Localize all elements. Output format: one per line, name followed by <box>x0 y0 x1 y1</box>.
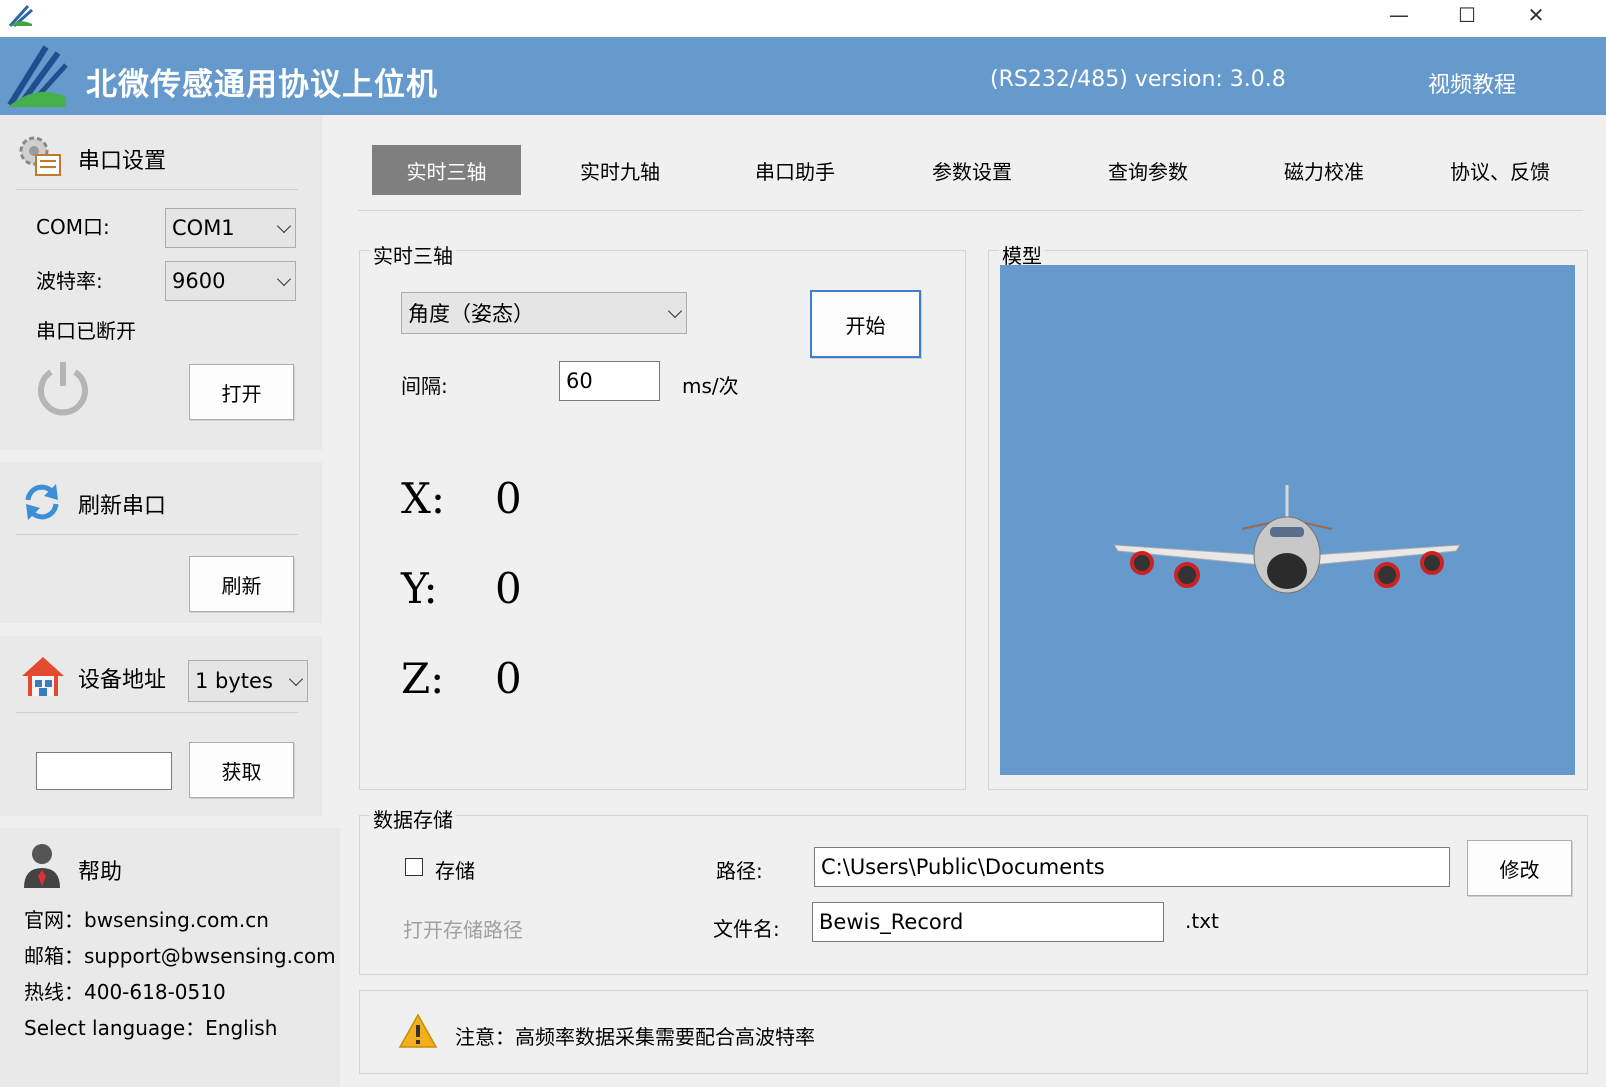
data-storage-group <box>359 815 1588 975</box>
refresh-port-title: 刷新串口 <box>78 494 167 519</box>
serial-status-text: 串口已断开 <box>36 319 136 343</box>
email-text[interactable]: 邮箱：support@bwsensing.com <box>24 940 336 969</box>
store-label: 存储 <box>435 859 475 883</box>
tab-divider <box>358 210 1583 211</box>
window-titlebar: — ☐ ✕ <box>0 0 1606 37</box>
path-input[interactable]: C:\Users\Public\Documents <box>814 847 1450 887</box>
com-port-select[interactable]: COM1 <box>165 208 296 248</box>
data-mode-select[interactable]: 角度（姿态） <box>401 292 687 334</box>
z-axis-label: Z: <box>401 654 445 703</box>
hotline-text: 热线：400-618-0510 <box>24 980 226 1004</box>
app-logo-small-icon <box>8 4 33 28</box>
data-mode-value: 角度（姿态） <box>408 302 534 326</box>
divider <box>16 189 298 190</box>
settings-gear-icon <box>19 136 61 176</box>
divider <box>16 712 298 713</box>
refresh-button[interactable]: 刷新 <box>189 556 294 612</box>
airplane-model-icon <box>1113 485 1461 594</box>
filename-label: 文件名: <box>713 917 780 941</box>
start-button[interactable]: 开始 <box>810 290 921 358</box>
power-icon <box>38 362 88 416</box>
baud-rate-label: 波特率: <box>36 269 103 293</box>
chevron-down-icon <box>276 271 292 287</box>
notice-text: 注意：高频率数据采集需要配合高波特率 <box>455 1025 815 1049</box>
minimize-button[interactable]: — <box>1376 0 1422 30</box>
filename-input[interactable]: Bewis_Record <box>812 902 1164 942</box>
help-panel: 帮助 官网：bwsensing.com.cn 邮箱：support@bwsens… <box>0 828 340 1087</box>
serial-settings-panel: 串口设置 COM口: COM1 波特率: 9600 串口已断开 打开 <box>0 115 322 450</box>
serial-settings-title: 串口设置 <box>78 149 167 174</box>
company-logo-icon <box>7 45 68 107</box>
x-axis-label: X: <box>401 474 446 523</box>
tab-realtime-3axis[interactable]: 实时三轴 <box>372 145 521 195</box>
tab-realtime-9axis[interactable]: 实时九轴 <box>545 145 695 195</box>
user-help-icon <box>24 844 60 888</box>
file-extension-label: .txt <box>1185 909 1219 933</box>
open-port-button[interactable]: 打开 <box>189 364 294 420</box>
y-axis-label: Y: <box>401 564 438 613</box>
refresh-port-panel: 刷新串口 刷新 <box>0 462 322 623</box>
baud-rate-value: 9600 <box>172 269 226 293</box>
get-address-button[interactable]: 获取 <box>189 742 294 798</box>
home-icon <box>22 657 64 696</box>
baud-rate-select[interactable]: 9600 <box>165 261 296 301</box>
tab-serial-assistant[interactable]: 串口助手 <box>720 145 870 195</box>
store-checkbox[interactable] <box>405 858 423 876</box>
refresh-icon <box>25 484 59 520</box>
language-row: Select language：English <box>24 1012 277 1041</box>
version-label: (RS232/485) version: 3.0.8 <box>990 67 1286 92</box>
tab-magnetic-calibration[interactable]: 磁力校准 <box>1249 145 1399 195</box>
tab-query-parameters[interactable]: 查询参数 <box>1073 145 1223 195</box>
address-bytes-value: 1 bytes <box>195 669 273 693</box>
z-axis-value: 0 <box>495 654 522 703</box>
device-address-panel: 设备地址 1 bytes 获取 <box>0 636 322 816</box>
data-storage-title: 数据存储 <box>370 804 456 833</box>
x-axis-value: 0 <box>495 474 522 523</box>
path-label: 路径: <box>716 859 763 883</box>
com-port-label: COM口: <box>36 215 110 239</box>
chevron-down-icon <box>276 218 292 234</box>
interval-unit-label: ms/次 <box>682 374 739 398</box>
address-bytes-select[interactable]: 1 bytes <box>188 660 308 702</box>
video-tutorial-link[interactable]: 视频教程 <box>1428 67 1516 99</box>
help-title: 帮助 <box>78 860 123 885</box>
warning-icon <box>398 1013 438 1048</box>
chevron-down-icon <box>288 671 304 687</box>
close-button[interactable]: ✕ <box>1513 0 1559 30</box>
model-viewport[interactable] <box>1000 265 1575 775</box>
tab-protocol-feedback[interactable]: 协议、反馈 <box>1420 145 1580 195</box>
website-text[interactable]: 官网：bwsensing.com.cn <box>24 904 269 933</box>
interval-label: 间隔: <box>401 374 448 398</box>
maximize-button[interactable]: ☐ <box>1444 0 1490 30</box>
app-title: 北微传感通用协议上位机 <box>86 67 438 103</box>
language-label: Select language： <box>24 1016 206 1040</box>
modify-path-button[interactable]: 修改 <box>1467 840 1572 896</box>
device-address-input[interactable] <box>36 752 172 790</box>
chevron-down-icon <box>667 303 683 319</box>
tab-parameter-settings[interactable]: 参数设置 <box>897 145 1047 195</box>
divider <box>16 534 298 535</box>
app-header: 北微传感通用协议上位机 (RS232/485) version: 3.0.8 视… <box>0 37 1606 115</box>
open-storage-path-link[interactable]: 打开存储路径 <box>403 914 523 943</box>
y-axis-value: 0 <box>495 564 522 613</box>
interval-input[interactable]: 60 <box>559 361 660 401</box>
device-address-title: 设备地址 <box>78 668 167 693</box>
realtime-group-title: 实时三轴 <box>370 240 456 269</box>
language-switch-link[interactable]: English <box>205 1016 277 1040</box>
com-port-value: COM1 <box>172 216 235 240</box>
